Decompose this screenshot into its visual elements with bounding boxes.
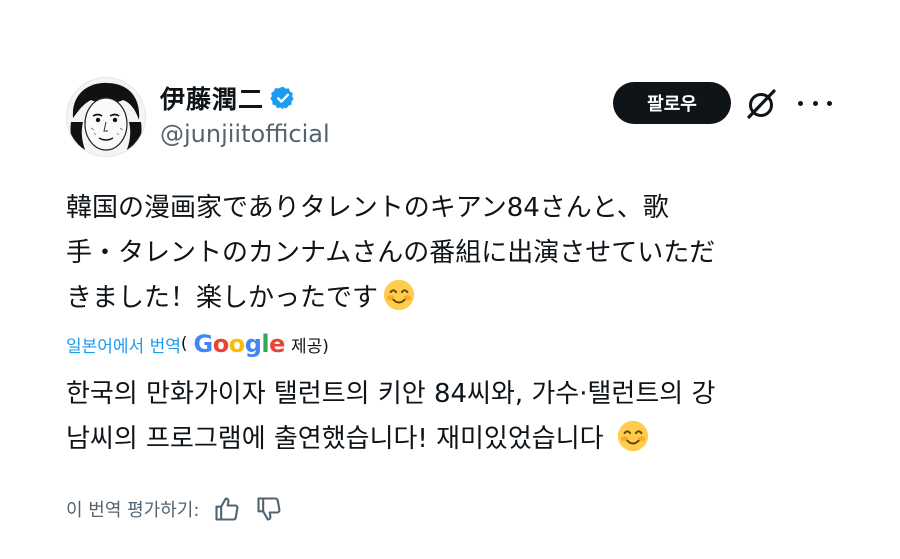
original-post-text: 韓国の漫画家でありタレントのキアン84さんと、歌 手・タレントのカンナムさんの番…	[66, 186, 856, 321]
user-handle[interactable]: @junjiitofficial	[160, 120, 330, 148]
original-line: 手・タレントのカンナムさんの番組に出演させていただ	[66, 238, 716, 268]
display-name[interactable]: 伊藤潤二	[160, 80, 264, 116]
google-logo: Google	[193, 330, 286, 358]
translated-post-text: 한국의 만화가이자 탤런트의 키안 84씨와, 가수·탤런트의 강 남씨의 프로…	[66, 372, 856, 462]
follow-button[interactable]: 팔로우	[613, 82, 731, 124]
rate-translation-row: 이 번역 평가하기:	[66, 492, 283, 526]
translated-line-last: 남씨의 프로그램에 출연했습니다! 재미있었습니다	[66, 417, 856, 462]
original-line: 韓国の漫画家でありタレントのキアン84さんと、歌	[66, 193, 669, 223]
post-header: 伊藤潤二 @junjiitofficial 팔로우	[0, 0, 900, 170]
thumbs-up-icon[interactable]	[213, 495, 241, 523]
translated-line: 한국의 만화가이자 탤런트의 키안 84씨와, 가수·탤런트의 강	[66, 379, 716, 409]
more-dot	[798, 100, 803, 106]
original-line: きました！楽しかったです	[66, 283, 379, 313]
avatar-portrait-icon	[67, 78, 145, 156]
rate-translation-label: 이 번역 평가하기:	[66, 500, 200, 521]
translated-line: 남씨의 프로그램에 출연했습니다! 재미있었습니다	[66, 424, 604, 454]
more-dot	[812, 100, 818, 106]
more-icon[interactable]	[798, 90, 832, 116]
verified-badge-icon	[270, 86, 294, 110]
translation-attribution: 일본어에서 번역 ( Google 제공)	[66, 329, 329, 359]
smiling-face-emoji	[383, 279, 415, 311]
thumbs-down-icon[interactable]	[255, 495, 283, 523]
provided-label: 제공)	[290, 336, 329, 357]
original-line-last: きました！楽しかったです	[66, 276, 856, 321]
grok-icon[interactable]	[744, 86, 780, 122]
translated-from-link[interactable]: 일본어에서 번역	[66, 332, 181, 357]
smiling-face-emoji	[617, 420, 648, 452]
paren-open: (	[180, 334, 188, 354]
name-row: 伊藤潤二	[160, 80, 296, 116]
avatar[interactable]	[66, 77, 146, 157]
more-dot	[827, 100, 832, 106]
